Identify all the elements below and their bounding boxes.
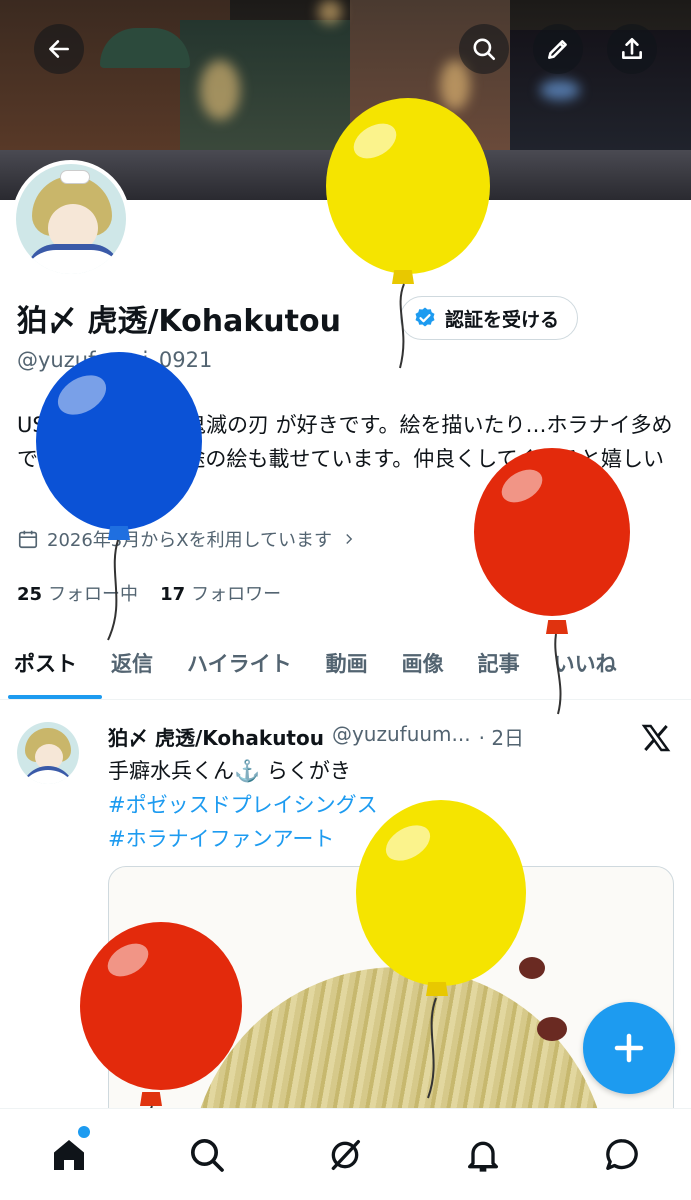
tweet-text: 手癖水兵くん⚓️ らくがき [108, 759, 351, 783]
arrow-left-icon [49, 40, 69, 58]
chevron-right-icon [346, 534, 353, 544]
nav-home[interactable] [47, 1133, 91, 1177]
x-logo-icon[interactable] [640, 722, 672, 754]
pencil-icon [548, 40, 567, 59]
tab-posts[interactable]: ポスト [0, 640, 102, 699]
bell-icon [468, 1141, 498, 1172]
red-balloon [474, 448, 634, 718]
tweet-time[interactable]: · 2日 [479, 722, 524, 751]
search-button[interactable] [459, 24, 509, 74]
tweet-avatar[interactable] [17, 722, 79, 784]
yellow-balloon [326, 98, 496, 369]
edit-button[interactable] [533, 24, 583, 74]
tab-highlights[interactable]: ハイライト [170, 640, 309, 699]
nav-grok[interactable] [323, 1133, 367, 1177]
search-icon [473, 38, 496, 61]
back-button[interactable] [34, 24, 84, 74]
bottom-navigation [0, 1108, 691, 1200]
messages-icon [606, 1139, 638, 1170]
tweet-hashtag[interactable]: #ポゼッスドプレイシングス [108, 788, 378, 822]
compose-button[interactable] [583, 1002, 675, 1094]
home-icon [54, 1140, 84, 1170]
tab-photos[interactable]: 画像 [385, 640, 461, 699]
tweet-body: 手癖水兵くん⚓️ らくがき #ポゼッスドプレイシングス #ホラナイファンアート [108, 754, 378, 856]
search-icon [191, 1139, 224, 1172]
tweet-hashtag[interactable]: #ホラナイファンアート [108, 822, 378, 856]
share-button[interactable] [607, 24, 657, 74]
blue-balloon [36, 352, 206, 642]
share-icon [622, 37, 642, 59]
tab-videos[interactable]: 動画 [309, 640, 385, 699]
tweet-header: 狛〆 虎透/Kohakutou @yuzufuum... · 2日 [108, 722, 628, 751]
yellow-balloon [356, 800, 528, 1100]
home-unread-dot [78, 1126, 90, 1138]
grok-icon [331, 1140, 360, 1170]
tweet-author-handle[interactable]: @yuzufuum... [332, 722, 471, 751]
profile-name: 狛〆 虎透/Kohakutou [17, 304, 341, 339]
tweet-author-name[interactable]: 狛〆 虎透/Kohakutou [108, 722, 324, 751]
profile-avatar[interactable] [12, 160, 130, 278]
nav-search[interactable] [185, 1133, 229, 1177]
tab-replies[interactable]: 返信 [94, 640, 170, 699]
plus-icon [614, 1033, 644, 1063]
nav-messages[interactable] [600, 1133, 644, 1177]
nav-notifications[interactable] [461, 1133, 505, 1177]
